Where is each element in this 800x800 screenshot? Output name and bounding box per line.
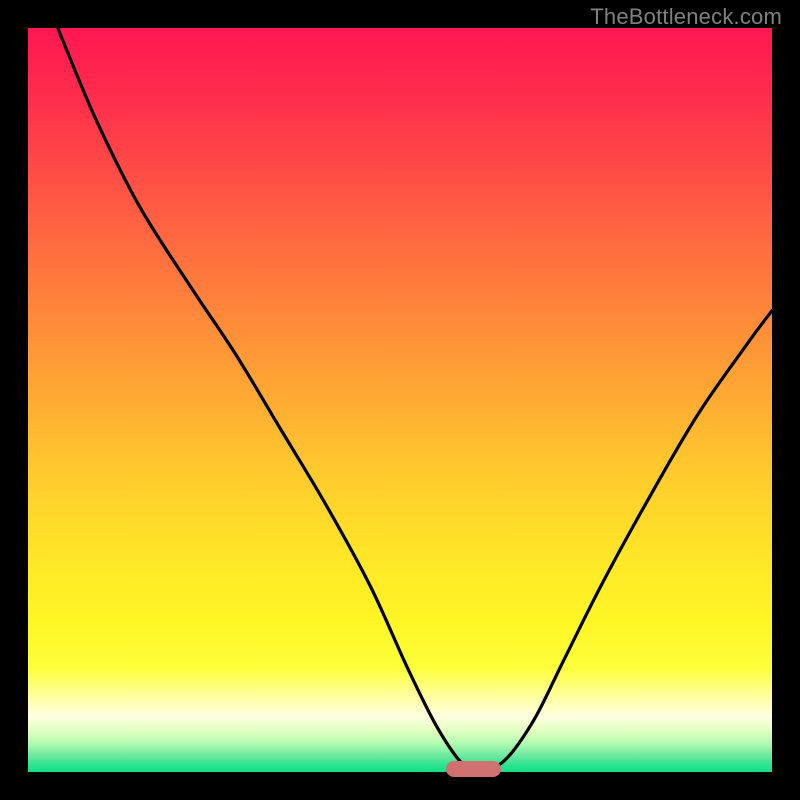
plot-area (28, 28, 772, 772)
plot-background (28, 28, 772, 772)
chart-frame: TheBottleneck.com (0, 0, 800, 800)
source-watermark: TheBottleneck.com (590, 4, 782, 30)
chart-svg (28, 28, 772, 772)
optimal-marker (446, 761, 501, 777)
